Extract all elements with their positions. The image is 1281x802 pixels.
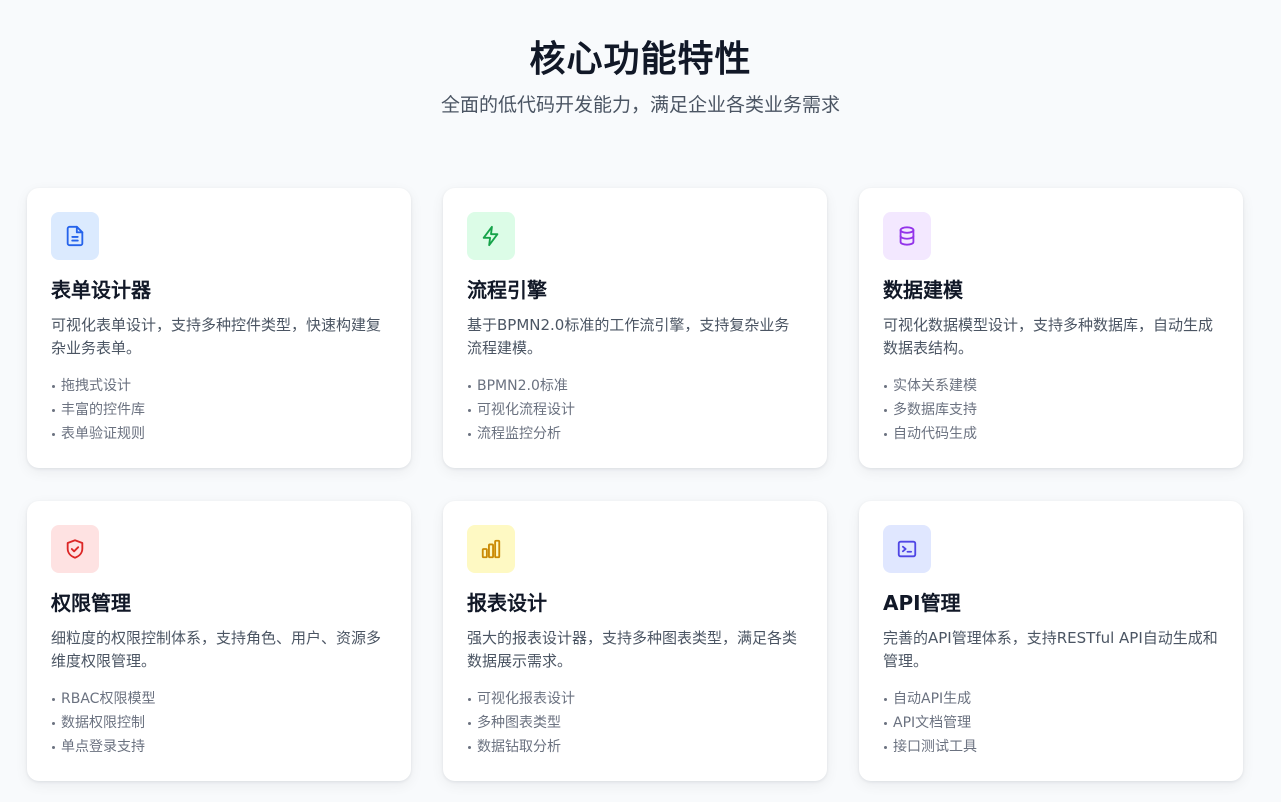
card-description: 强大的报表设计器，支持多种图表类型，满足各类数据展示需求。 [467, 629, 798, 670]
feature-item: API文档管理 [883, 711, 1219, 735]
feature-item: 流程监控分析 [467, 422, 803, 446]
feature-list: 自动API生成 API文档管理 接口测试工具 [883, 687, 1219, 759]
feature-item: 自动API生成 [883, 687, 1219, 711]
features-header: 核心功能特性 全面的低代码开发能力，满足企业各类业务需求 [0, 0, 1281, 118]
card-title: 报表设计 [467, 591, 547, 615]
feature-card-api-management: API管理 完善的API管理体系，支持RESTful API自动生成和管理。 自… [859, 501, 1243, 781]
feature-card-permission-management: 权限管理 细粒度的权限控制体系，支持角色、用户、资源多维度权限管理。 RBAC权… [27, 501, 411, 781]
feature-card-form-designer: 表单设计器 可视化表单设计，支持多种控件类型，快速构建复杂业务表单。 拖拽式设计… [27, 188, 411, 468]
feature-grid: 表单设计器 可视化表单设计，支持多种控件类型，快速构建复杂业务表单。 拖拽式设计… [27, 188, 1243, 781]
feature-item: RBAC权限模型 [51, 687, 387, 711]
feature-item: 数据钻取分析 [467, 735, 803, 759]
feature-item: 实体关系建模 [883, 374, 1219, 398]
card-description: 可视化表单设计，支持多种控件类型，快速构建复杂业务表单。 [51, 316, 382, 357]
shield-check-icon [51, 525, 99, 573]
feature-item: 可视化报表设计 [467, 687, 803, 711]
feature-card-report-design: 报表设计 强大的报表设计器，支持多种图表类型，满足各类数据展示需求。 可视化报表… [443, 501, 827, 781]
feature-item: 自动代码生成 [883, 422, 1219, 446]
feature-item: 多数据库支持 [883, 398, 1219, 422]
card-description: 基于BPMN2.0标准的工作流引擎，支持复杂业务流程建模。 [467, 316, 790, 357]
section-title: 核心功能特性 [529, 39, 752, 80]
feature-item: 丰富的控件库 [51, 398, 387, 422]
terminal-icon [883, 525, 931, 573]
card-title: API管理 [883, 591, 961, 615]
card-title: 表单设计器 [51, 278, 151, 302]
card-description: 细粒度的权限控制体系，支持角色、用户、资源多维度权限管理。 [51, 629, 382, 670]
feature-list: 可视化报表设计 多种图表类型 数据钻取分析 [467, 687, 803, 759]
feature-list: 拖拽式设计 丰富的控件库 表单验证规则 [51, 374, 387, 446]
feature-item: 表单验证规则 [51, 422, 387, 446]
section-subtitle: 全面的低代码开发能力，满足企业各类业务需求 [440, 94, 840, 116]
card-title: 权限管理 [51, 591, 131, 615]
card-title: 数据建模 [883, 278, 963, 302]
bar-chart-icon [467, 525, 515, 573]
feature-item: 单点登录支持 [51, 735, 387, 759]
feature-item: 拖拽式设计 [51, 374, 387, 398]
feature-list: RBAC权限模型 数据权限控制 单点登录支持 [51, 687, 387, 759]
document-icon [51, 212, 99, 260]
feature-item: 可视化流程设计 [467, 398, 803, 422]
feature-card-workflow-engine: 流程引擎 基于BPMN2.0标准的工作流引擎，支持复杂业务流程建模。 BPMN2… [443, 188, 827, 468]
card-description: 可视化数据模型设计，支持多种数据库，自动生成数据表结构。 [883, 316, 1214, 357]
feature-item: 多种图表类型 [467, 711, 803, 735]
database-icon [883, 212, 931, 260]
card-title: 流程引擎 [467, 278, 547, 302]
lightning-icon [467, 212, 515, 260]
card-description: 完善的API管理体系，支持RESTful API自动生成和管理。 [883, 629, 1218, 670]
feature-item: 接口测试工具 [883, 735, 1219, 759]
feature-list: 实体关系建模 多数据库支持 自动代码生成 [883, 374, 1219, 446]
feature-list: BPMN2.0标准 可视化流程设计 流程监控分析 [467, 374, 803, 446]
feature-item: 数据权限控制 [51, 711, 387, 735]
feature-item: BPMN2.0标准 [467, 374, 803, 398]
feature-card-data-modeling: 数据建模 可视化数据模型设计，支持多种数据库，自动生成数据表结构。 实体关系建模… [859, 188, 1243, 468]
